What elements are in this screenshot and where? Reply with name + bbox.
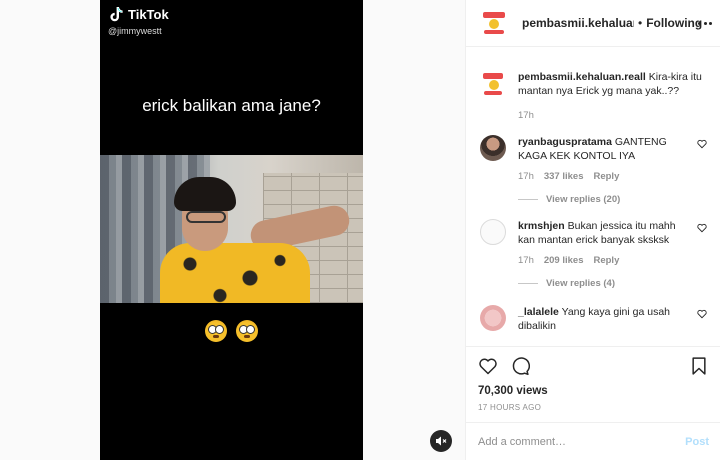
list-item: pembasmii.kehaluan.reall Kira-kira itu m… xyxy=(480,70,707,121)
tiktok-watermark: TikTok xyxy=(110,6,169,22)
person-hair xyxy=(174,177,236,211)
like-comment-heart-icon[interactable] xyxy=(697,309,707,319)
avatar[interactable] xyxy=(480,219,506,245)
action-icons-row xyxy=(478,347,709,385)
comment-username[interactable]: pembasmii.kehaluan.reall xyxy=(518,71,646,83)
comments-list[interactable]: pembasmii.kehaluan.reall Kira-kira itu m… xyxy=(466,48,720,346)
person-glasses xyxy=(186,211,226,223)
comment-text: pembasmii.kehaluan.reall Kira-kira itu m… xyxy=(518,70,707,98)
speaker-muted-icon xyxy=(436,436,447,446)
tiktok-note-icon xyxy=(110,6,124,22)
post-side-panel: pembasmii.kehaluan.r • Following pembasm… xyxy=(465,0,720,460)
video-player[interactable]: TikTok @jimmywestt erick balikan ama jan… xyxy=(100,0,363,460)
heart-icon[interactable] xyxy=(478,356,498,376)
view-replies-button[interactable]: View replies (4) xyxy=(518,278,707,289)
header-username[interactable]: pembasmii.kehaluan.r xyxy=(522,16,634,30)
flushed-face-icon xyxy=(236,320,258,342)
account-avatar[interactable] xyxy=(480,9,508,37)
comment-username[interactable]: ryanbaguspratama xyxy=(518,136,612,148)
post-comment-button[interactable]: Post xyxy=(685,436,709,448)
reply-button[interactable]: Reply xyxy=(593,171,619,182)
comment-text: krmshjen Bukan jessica itu mahh kan mant… xyxy=(518,219,707,247)
comment-likes[interactable]: 209 likes xyxy=(544,255,584,266)
avatar[interactable] xyxy=(480,305,506,331)
comment-likes[interactable]: 337 likes xyxy=(544,171,584,182)
video-frame-image xyxy=(100,155,363,303)
comment-time[interactable]: 17h xyxy=(518,110,534,121)
comment-time[interactable]: 17h xyxy=(518,171,534,182)
person-shirt xyxy=(160,243,310,303)
comment-meta: 17h xyxy=(518,110,707,121)
replies-divider-line xyxy=(518,199,538,200)
comment-icon[interactable] xyxy=(510,356,530,376)
bookmark-icon[interactable] xyxy=(689,356,709,376)
list-item: ryanbaguspratama GANTENG KAGA KEK KONTOL… xyxy=(480,135,707,205)
list-item: krmshjen Bukan jessica itu mahh kan mant… xyxy=(480,219,707,289)
more-options-icon[interactable] xyxy=(698,16,712,30)
media-area: TikTok @jimmywestt erick balikan ama jan… xyxy=(0,0,465,460)
post-actions: 70,300 views 17 HOURS AGO xyxy=(466,346,720,420)
view-replies-button[interactable]: View replies (20) xyxy=(518,194,707,205)
view-count[interactable]: 70,300 views xyxy=(478,385,709,397)
mute-button[interactable] xyxy=(430,430,452,452)
avatar[interactable] xyxy=(480,135,506,161)
following-button[interactable]: Following xyxy=(646,16,702,30)
add-comment-bar: Post xyxy=(466,422,720,460)
comment-username[interactable]: krmshjen xyxy=(518,220,565,232)
view-replies-label: View replies (4) xyxy=(546,278,615,289)
avatar[interactable] xyxy=(480,70,506,96)
comment-username[interactable]: _lalalele xyxy=(518,306,559,318)
like-comment-heart-icon[interactable] xyxy=(697,139,707,149)
comment-meta: 17h 209 likes Reply xyxy=(518,255,707,266)
comment-text: _lalalele Yang kaya gini ga usah dibalik… xyxy=(518,305,707,333)
emoji-row xyxy=(100,320,363,348)
tiktok-brand: TikTok xyxy=(128,6,169,22)
tiktok-handle: @jimmywestt xyxy=(108,26,162,36)
comment-meta: 17h 337 likes Reply xyxy=(518,171,707,182)
reply-button[interactable]: Reply xyxy=(593,255,619,266)
view-replies-label: View replies (20) xyxy=(546,194,621,205)
comment-time[interactable]: 17h xyxy=(518,255,534,266)
comment-input[interactable] xyxy=(478,435,686,448)
video-caption: erick balikan ama jane? xyxy=(142,96,321,115)
header-separator-dot: • xyxy=(638,16,643,30)
comment-text: ryanbaguspratama GANTENG KAGA KEK KONTOL… xyxy=(518,135,707,163)
list-item: _lalalele Yang kaya gini ga usah dibalik… xyxy=(480,305,707,333)
replies-divider-line xyxy=(518,283,538,284)
like-comment-heart-icon[interactable] xyxy=(697,223,707,233)
post-header: pembasmii.kehaluan.r • Following xyxy=(466,0,720,47)
flushed-face-icon xyxy=(205,320,227,342)
post-timestamp[interactable]: 17 HOURS AGO xyxy=(478,403,709,412)
